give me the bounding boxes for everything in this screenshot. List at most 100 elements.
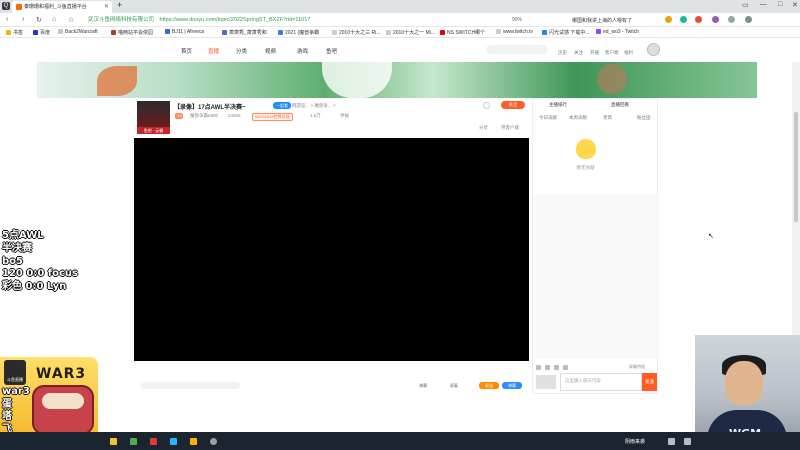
tab-week-contribution[interactable]: 本周贡献 [569, 115, 587, 121]
category-tag[interactable]: 一起看 [273, 102, 291, 109]
tab-fans[interactable]: 粉丝团 [637, 115, 651, 121]
nav-history[interactable]: 历史 [558, 50, 567, 56]
nav-video[interactable]: 视频 [265, 47, 276, 55]
shield-effect-toggle[interactable]: 屏蔽特效 [629, 364, 645, 370]
tab-today-contribution[interactable]: 今日贡献 [539, 115, 557, 121]
bookmark-item[interactable]: 闪光试感 下载中... [542, 29, 590, 36]
close-window-icon[interactable]: ✕ [792, 1, 798, 9]
room-title: 【录像】17点AWL半决赛~ [174, 105, 246, 111]
bookmark-item[interactable]: www.twitch.tv [496, 29, 533, 35]
maximize-icon[interactable]: □ [778, 1, 782, 8]
forward-icon[interactable]: › [22, 16, 24, 23]
bookmark-item[interactable]: 百度 [33, 29, 50, 36]
tray-icon[interactable] [668, 438, 675, 445]
bookmark-item[interactable]: Back2Warcraft [58, 29, 98, 35]
tab-douyu[interactable]: 秦珊珊和福利_斗鱼直播平台 ✕ [12, 1, 112, 13]
user-avatar[interactable] [647, 43, 660, 56]
extension-icon[interactable] [712, 16, 719, 23]
stream-overlay-text: 5点AWL 半决赛 bo5 120 0:0 focus 彩色 0:0 Lyn [2, 230, 82, 294]
taskbar-app-icon[interactable] [130, 438, 137, 445]
taskbar-weather[interactable]: 阴雨来袭 [625, 438, 645, 445]
taskbar-app-icon[interactable] [210, 438, 217, 445]
bookmark-item[interactable]: BJ11 | Afreeca [165, 29, 204, 35]
rank-header[interactable]: 主播排行 [549, 102, 567, 108]
share-link[interactable]: 分享 [479, 125, 488, 131]
restore-icon[interactable]: ▭ [742, 1, 749, 9]
minimize-icon[interactable]: — [760, 1, 767, 8]
taskbar-app-icon[interactable] [190, 438, 197, 445]
category-breadcrumb[interactable]: 网游竞... > 魔兽争... > [292, 103, 336, 109]
zoom-level[interactable]: 90% [512, 17, 522, 23]
car-cartoon-art [32, 385, 94, 435]
bookmark-item[interactable]: 2010十大之一 Mi... [386, 29, 435, 36]
event-banner [37, 62, 757, 98]
nav-follow[interactable]: 关注 [574, 50, 583, 56]
barrage-input[interactable] [140, 382, 240, 389]
bookmark-item[interactable]: NS SWITCH哪个 [440, 29, 485, 36]
empty-text: 暂无贡献 [576, 165, 595, 170]
url-input[interactable]: 武汉斗鱼网络科技有限公司 https://www.douyu.com/topic… [88, 15, 508, 25]
new-tab-button[interactable]: + [117, 0, 122, 10]
hot-news-ticker[interactable]: 哪国和我讲上海的人嗯有了 [572, 17, 632, 24]
bookmark-item[interactable]: 2010十大之三 Ri... [332, 29, 380, 36]
follow-button[interactable]: 关注 [501, 101, 525, 109]
bookmark-item[interactable]: 2021 (魔兽争霸 [278, 29, 319, 36]
extension-icon[interactable] [680, 16, 687, 23]
event-badge[interactable]: WCG2019世界总冠 [252, 113, 293, 121]
search-input[interactable] [486, 45, 548, 54]
settings-icon[interactable] [483, 102, 490, 109]
chat-messages[interactable] [533, 194, 659, 359]
nav-yuba[interactable]: 鱼吧 [326, 47, 337, 55]
back-icon[interactable]: ‹ [6, 16, 8, 23]
nav-game[interactable]: 游戏 [297, 47, 308, 55]
extension-icon[interactable] [695, 16, 702, 23]
bookmark-star-icon[interactable]: ☆ [68, 16, 74, 24]
barrage-toggle[interactable]: 弹幕 [419, 383, 427, 389]
bookmark-item[interactable]: 喵两站平会依园 [111, 29, 153, 36]
home-icon[interactable]: ⌂ [52, 16, 56, 23]
send-gift-button[interactable]: 发送 [479, 382, 499, 389]
scrollbar-thumb[interactable] [794, 112, 798, 222]
moon-icon[interactable] [745, 16, 752, 23]
taskbar-app-icon[interactable] [110, 438, 117, 445]
bookmark-item[interactable]: ed_wo3 - Twitch [596, 29, 639, 35]
chat-send-button[interactable]: 发送 [642, 373, 657, 391]
speaker-icon[interactable] [554, 365, 559, 370]
replay-header[interactable]: 直播回看 [611, 102, 629, 108]
tab-vip[interactable]: 贵宾 [603, 115, 612, 121]
bookmark-item[interactable]: 书签 [6, 29, 23, 36]
nav-welfare[interactable]: 福利 [624, 50, 633, 56]
logo-title: WAR3 [36, 366, 87, 382]
shield-toggle[interactable]: 屏蔽 [450, 383, 458, 389]
nav-client[interactable]: 客户端 [605, 50, 619, 56]
channel-name-line: war3 [2, 386, 30, 397]
emoji-icon[interactable] [536, 365, 541, 370]
report-link[interactable]: 举报 [340, 113, 349, 119]
address-bar: ‹ › ↻ ⌂ ☆ 武汉斗鱼网络科技有限公司 https://www.douyu… [0, 13, 800, 27]
bookmark-item[interactable]: 萧萧秀_萧萧秀和 [222, 29, 267, 36]
streamer-badge: 鱼吧 · 云霸 [137, 127, 170, 134]
tray-icon[interactable] [684, 438, 691, 445]
streamer-avatar[interactable]: 鱼吧 · 云霸 [137, 101, 170, 134]
nav-category[interactable]: 分类 [236, 47, 247, 55]
banner-leaf-art [97, 66, 137, 96]
nav-live[interactable]: 直播 [208, 47, 219, 55]
refresh-icon[interactable]: ↻ [36, 16, 42, 24]
menu-icon[interactable] [728, 16, 735, 23]
client-link[interactable]: 用客户端 [501, 125, 519, 131]
streamer-name[interactable]: 魔兽争霸e800 [190, 113, 218, 119]
taskbar-app-icon[interactable] [150, 438, 157, 445]
browser-logo-icon[interactable]: Q [2, 2, 10, 10]
mouse-cursor-icon: ↖ [708, 233, 714, 240]
nav-home[interactable]: 首页 [181, 47, 192, 55]
extension-icon[interactable] [665, 16, 672, 23]
image-icon[interactable] [545, 365, 550, 370]
chat-input[interactable]: 这里输入聊天内容 [560, 373, 642, 391]
tab-close-icon[interactable]: ✕ [104, 3, 109, 10]
send-barrage-button[interactable]: 弹幕 [502, 382, 522, 389]
gift-icon[interactable] [563, 365, 568, 370]
browser-tab-bar: Q 秦珊珊和福利_斗鱼直播平台 ✕ + ▭ — □ ✕ [0, 0, 800, 13]
video-player[interactable] [134, 138, 529, 361]
nav-broadcast[interactable]: 开播 [590, 50, 599, 56]
taskbar-app-icon[interactable] [170, 438, 177, 445]
